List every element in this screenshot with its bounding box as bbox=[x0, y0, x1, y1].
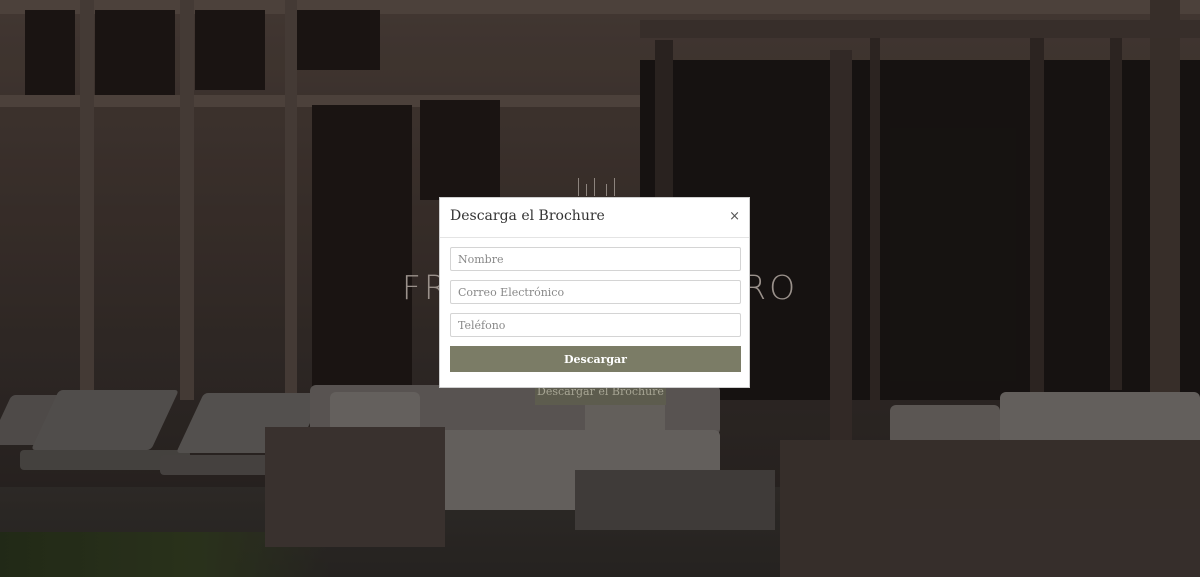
email-field[interactable] bbox=[450, 280, 741, 304]
brand-logo bbox=[572, 178, 622, 198]
name-field[interactable] bbox=[450, 247, 741, 271]
modal-header: Descarga el Brochure × bbox=[440, 198, 749, 238]
phone-field[interactable] bbox=[450, 313, 741, 337]
close-icon[interactable]: × bbox=[729, 209, 740, 224]
download-button[interactable]: Descargar bbox=[450, 346, 741, 372]
brochure-modal: Descarga el Brochure × Descargar bbox=[439, 197, 750, 388]
modal-title: Descarga el Brochure bbox=[450, 208, 605, 224]
modal-form: Descargar bbox=[440, 238, 749, 372]
